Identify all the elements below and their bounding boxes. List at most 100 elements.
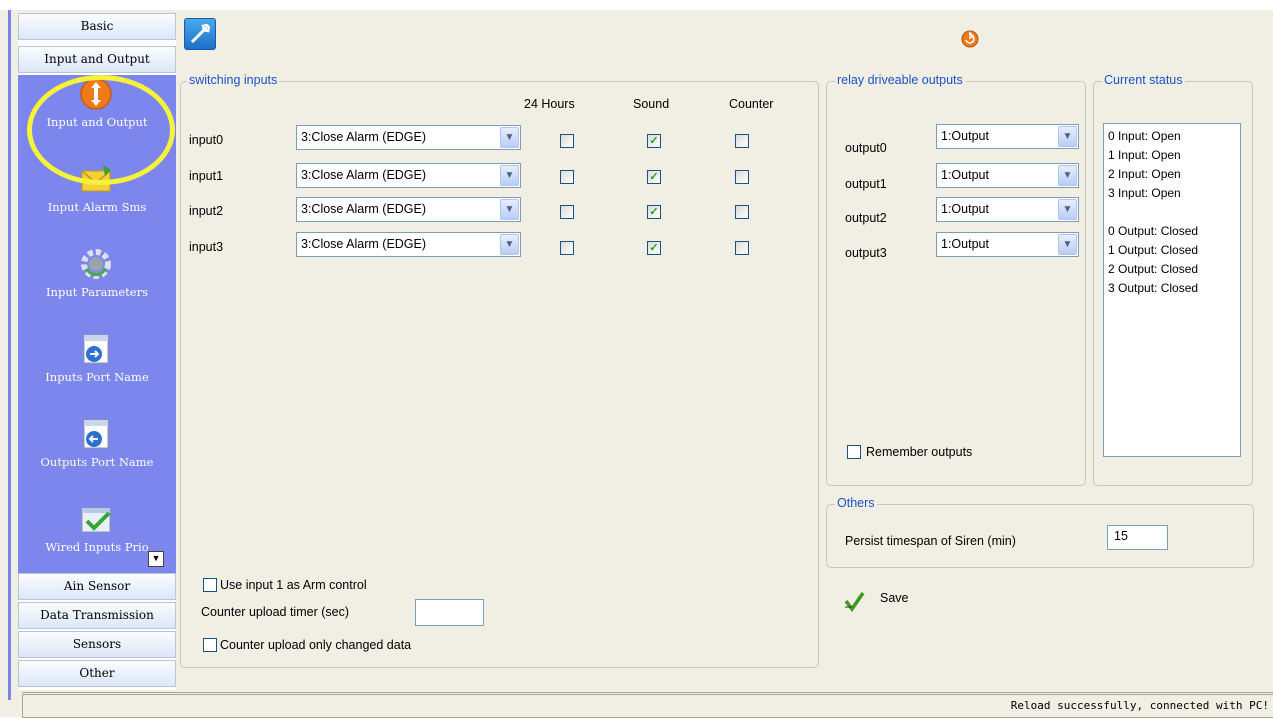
- status-text: Reload successfully, connected with PC!: [1010, 699, 1269, 712]
- tools-button[interactable]: [184, 18, 216, 50]
- checkbox-sound[interactable]: ✓: [647, 205, 661, 219]
- chevron-down-icon: ▼: [500, 199, 519, 220]
- arm-control-checkbox[interactable]: [203, 578, 217, 592]
- relay-outputs-title: relay driveable outputs: [835, 73, 965, 87]
- checkbox-24-hours[interactable]: [560, 205, 574, 219]
- chevron-down-icon: ▼: [500, 165, 519, 186]
- output-mode-value: 1:Output: [941, 202, 989, 216]
- input-mode-value: 3:Close Alarm (EDGE): [301, 237, 427, 251]
- checkbox-24-hours[interactable]: [560, 134, 574, 148]
- outputs-port-name-icon: [83, 419, 109, 449]
- sidebar-header-data-transmission[interactable]: Data Transmission: [18, 602, 176, 629]
- save-button[interactable]: Save: [843, 588, 923, 614]
- chevron-down-icon: ▼: [1058, 126, 1077, 147]
- status-line: 1 Output: Closed: [1108, 243, 1199, 257]
- output-mode-value: 1:Output: [941, 237, 989, 251]
- gear-parameters-icon: [81, 249, 111, 279]
- counter-changed-checkbox[interactable]: [203, 638, 217, 652]
- counter-timer-label: Counter upload timer (sec): [201, 605, 349, 619]
- arm-control-label: Use input 1 as Arm control: [220, 578, 367, 592]
- inputs-port-name-icon: [83, 334, 109, 364]
- checkbox-24-hours[interactable]: [560, 170, 574, 184]
- input-mode-select[interactable]: 3:Close Alarm (EDGE) ▼: [296, 232, 521, 257]
- checkmark-icon: [844, 592, 865, 612]
- status-line: [1108, 203, 1236, 222]
- sidebar-header-input-output[interactable]: Input and Output: [18, 46, 176, 73]
- switching-inputs-title: switching inputs: [187, 73, 280, 87]
- sidebar-item-label: Inputs Port Name: [45, 370, 149, 384]
- status-line: 0 Input: Open: [1108, 129, 1181, 143]
- others-title: Others: [835, 496, 877, 510]
- chevron-down-icon: ▼: [1058, 165, 1077, 186]
- status-bar-panel: Reload successfully, connected with PC!: [22, 694, 1273, 718]
- counter-timer-input[interactable]: [415, 599, 484, 626]
- output-mode-value: 1:Output: [941, 168, 989, 182]
- col-header-sound: Sound: [633, 97, 670, 111]
- output-label: output1: [845, 177, 887, 191]
- checkmark-window-icon: [81, 507, 111, 533]
- status-bar: Reload successfully, connected with PC!: [22, 692, 1273, 718]
- checkbox-counter[interactable]: [735, 241, 749, 255]
- output-mode-select[interactable]: 1:Output ▼: [936, 163, 1079, 188]
- save-label: Save: [880, 591, 909, 605]
- sidebar-item-input-parameters[interactable]: Input Parameters: [18, 245, 176, 325]
- input-mode-value: 3:Close Alarm (EDGE): [301, 202, 427, 216]
- checkbox-sound[interactable]: ✓: [647, 241, 661, 255]
- current-status-list[interactable]: 0 Input: Open 1 Input: Open 2 Input: Ope…: [1103, 123, 1241, 457]
- input-label: input3: [189, 240, 224, 254]
- checkbox-counter[interactable]: [735, 205, 749, 219]
- sidebar-item-label: Input Alarm Sms: [47, 200, 147, 214]
- app-window: Basic Input and Output Input and Output …: [0, 0, 1273, 718]
- input-mode-value: 3:Close Alarm (EDGE): [301, 130, 427, 144]
- sidebar-item-inputs-port-name[interactable]: Inputs Port Name: [18, 330, 176, 410]
- sidebar-item-wired-inputs-prio[interactable]: Wired Inputs Prio: [18, 500, 176, 580]
- tools-icon: [190, 24, 210, 44]
- output-mode-select[interactable]: 1:Output ▼: [936, 197, 1079, 222]
- sidebar-header-basic[interactable]: Basic: [18, 13, 176, 40]
- top-strip: [0, 0, 1273, 10]
- sidebar-item-label: Outputs Port Name: [40, 455, 154, 469]
- sidebar-header-sensors[interactable]: Sensors: [18, 631, 176, 658]
- output-label: output2: [845, 211, 887, 225]
- remember-outputs-checkbox[interactable]: [847, 445, 861, 459]
- left-accent-border: [8, 10, 11, 700]
- input-mode-select[interactable]: 3:Close Alarm (EDGE) ▼: [296, 197, 521, 222]
- status-line: 3 Output: Closed: [1108, 281, 1199, 295]
- checkbox-24-hours[interactable]: [560, 241, 574, 255]
- output-mode-select[interactable]: 1:Output ▼: [936, 124, 1079, 149]
- status-line: 2 Input: Open: [1108, 167, 1181, 181]
- remember-outputs-label: Remember outputs: [866, 445, 973, 459]
- input-mode-select[interactable]: 3:Close Alarm (EDGE) ▼: [296, 163, 521, 188]
- sidebar-item-outputs-port-name[interactable]: Outputs Port Name: [18, 415, 176, 495]
- chevron-down-icon: ▼: [1058, 199, 1077, 220]
- highlight-circle: [27, 75, 175, 185]
- checkbox-counter[interactable]: [735, 170, 749, 184]
- siren-timespan-label: Persist timespan of Siren (min): [845, 534, 1016, 548]
- sidebar-header-ain-sensor[interactable]: Ain Sensor: [18, 573, 176, 600]
- input-label: input2: [189, 204, 224, 218]
- input-label: input1: [189, 169, 224, 183]
- checkbox-sound[interactable]: ✓: [647, 134, 661, 148]
- output-mode-select[interactable]: 1:Output ▼: [936, 232, 1079, 257]
- counter-changed-label: Counter upload only changed data: [220, 638, 412, 652]
- status-line: 1 Input: Open: [1108, 148, 1181, 162]
- status-line: 3 Input: Open: [1108, 186, 1181, 200]
- sidebar-header-other[interactable]: Other: [18, 660, 176, 687]
- col-header-24-hours: 24 Hours: [524, 97, 575, 111]
- siren-timespan-input[interactable]: 15: [1107, 525, 1168, 550]
- output-label: output3: [845, 246, 887, 260]
- output-mode-value: 1:Output: [941, 129, 989, 143]
- input-mode-value: 3:Close Alarm (EDGE): [301, 168, 427, 182]
- chevron-down-icon: ▼: [500, 234, 519, 255]
- sidebar-item-label: Input Parameters: [46, 285, 148, 299]
- checkbox-sound[interactable]: ✓: [647, 170, 661, 184]
- chevron-down-icon: ▼: [1058, 234, 1077, 255]
- chevron-down-icon: ▼: [500, 127, 519, 148]
- scroll-down-button[interactable]: ▼: [148, 551, 164, 567]
- input-mode-select[interactable]: 3:Close Alarm (EDGE) ▼: [296, 125, 521, 150]
- output-label: output0: [845, 141, 887, 155]
- col-header-counter: Counter: [729, 97, 774, 111]
- checkbox-counter[interactable]: [735, 134, 749, 148]
- current-status-title: Current status: [1102, 73, 1185, 87]
- refresh-icon[interactable]: [961, 30, 979, 48]
